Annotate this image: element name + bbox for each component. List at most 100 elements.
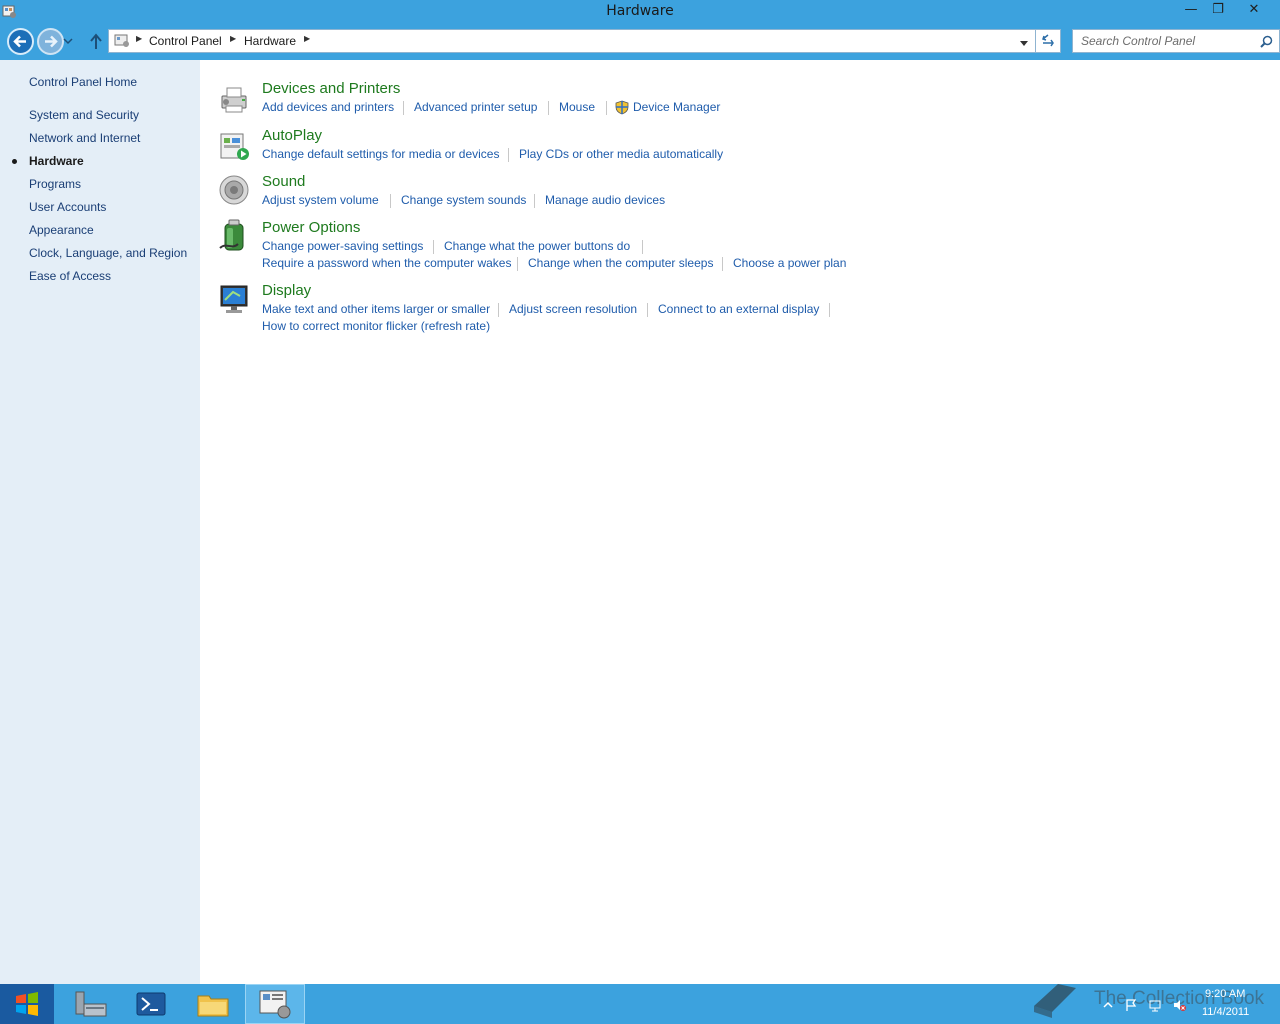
minimize-button[interactable]: — <box>1177 0 1205 22</box>
chevron-right-icon[interactable]: ▶ <box>304 34 310 43</box>
category-display[interactable]: Display <box>262 282 311 299</box>
link-play-cds-automatically[interactable]: Play CDs or other media automatically <box>519 147 723 161</box>
divider <box>647 303 648 317</box>
taskbar: The Collection Book 9:20 AM 11/4/2011 <box>0 984 1280 1024</box>
network-icon[interactable] <box>1148 998 1162 1012</box>
autoplay-icon[interactable] <box>218 130 252 164</box>
link-adjust-system-volume[interactable]: Adjust system volume <box>262 193 379 207</box>
window-title: Hardware <box>606 3 674 19</box>
sidebar-item-system-security[interactable]: System and Security <box>29 108 139 122</box>
flag-icon[interactable] <box>1124 998 1138 1012</box>
control-panel-icon <box>259 990 291 1019</box>
divider <box>642 240 643 254</box>
admin-shield-icon <box>615 100 629 115</box>
sidebar-item-programs[interactable]: Programs <box>29 177 81 191</box>
active-indicator <box>12 159 17 164</box>
start-button[interactable] <box>0 984 54 1024</box>
link-make-text-larger[interactable]: Make text and other items larger or smal… <box>262 302 490 316</box>
control-panel-icon <box>114 34 129 47</box>
devices-printers-icon[interactable] <box>218 82 252 116</box>
taskbar-server-manager[interactable] <box>60 984 120 1024</box>
link-correct-monitor-flicker[interactable]: How to correct monitor flicker (refresh … <box>262 319 490 333</box>
link-manage-audio-devices[interactable]: Manage audio devices <box>545 193 665 207</box>
up-arrow-icon <box>90 33 102 49</box>
link-change-sleep-time[interactable]: Change when the computer sleeps <box>528 256 713 270</box>
navigation-bar: ▶ Control Panel ▶ Hardware ▶ <box>0 24 1280 60</box>
chevron-right-icon[interactable]: ▶ <box>136 34 142 43</box>
chevron-right-icon[interactable]: ▶ <box>230 34 236 43</box>
sidebar-item-user-accounts[interactable]: User Accounts <box>29 200 106 214</box>
book-watermark-icon <box>1034 984 1076 1018</box>
up-button[interactable] <box>88 32 104 52</box>
server-manager-icon <box>75 991 107 1017</box>
breadcrumb-hardware[interactable]: Hardware <box>244 34 296 48</box>
sidebar-item-control-panel-home[interactable]: Control Panel Home <box>29 75 137 89</box>
link-choose-power-plan[interactable]: Choose a power plan <box>733 256 846 270</box>
divider <box>548 101 549 115</box>
link-require-password-on-wake[interactable]: Require a password when the computer wak… <box>262 256 511 270</box>
forward-arrow-icon <box>45 35 58 48</box>
divider <box>508 148 509 162</box>
link-advanced-printer-setup[interactable]: Advanced printer setup <box>414 100 537 114</box>
taskbar-control-panel[interactable] <box>245 984 305 1024</box>
link-connect-external-display[interactable]: Connect to an external display <box>658 302 819 316</box>
close-button[interactable]: ✕ <box>1240 0 1268 22</box>
address-bar[interactable]: ▶ Control Panel ▶ Hardware ▶ <box>108 29 1036 53</box>
main-content: Devices and Printers Add devices and pri… <box>200 60 1280 984</box>
windows-logo-icon <box>16 992 38 1016</box>
divider <box>498 303 499 317</box>
divider <box>433 240 434 254</box>
sidebar-item-hardware[interactable]: Hardware <box>29 154 84 168</box>
divider <box>390 194 391 208</box>
category-sound[interactable]: Sound <box>262 173 305 190</box>
divider <box>722 257 723 271</box>
speaker-icon[interactable] <box>218 173 252 207</box>
sidebar-item-appearance[interactable]: Appearance <box>29 223 94 237</box>
category-autoplay[interactable]: AutoPlay <box>262 127 322 144</box>
search-input[interactable] <box>1081 33 1251 49</box>
recent-locations-button[interactable] <box>63 36 75 48</box>
clock-time[interactable]: 9:20 AM <box>1205 988 1245 1000</box>
category-devices-printers[interactable]: Devices and Printers <box>262 80 400 97</box>
taskbar-powershell[interactable] <box>121 984 181 1024</box>
link-add-devices-printers[interactable]: Add devices and printers <box>262 100 394 114</box>
back-arrow-icon <box>13 35 26 48</box>
link-mouse[interactable]: Mouse <box>559 100 595 114</box>
breadcrumb-control-panel[interactable]: Control Panel <box>149 34 222 48</box>
sidebar: Control Panel Home System and Security N… <box>0 60 200 984</box>
back-button[interactable] <box>7 28 34 55</box>
chevron-down-icon <box>63 38 73 45</box>
divider <box>606 101 607 115</box>
maximize-button[interactable]: ❐ <box>1204 0 1232 22</box>
divider <box>829 303 830 317</box>
divider <box>403 101 404 115</box>
title-bar: Hardware — ❐ ✕ <box>0 0 1280 24</box>
clock-date[interactable]: 11/4/2011 <box>1202 1006 1249 1018</box>
search-box[interactable] <box>1072 29 1280 53</box>
battery-icon[interactable] <box>218 218 252 252</box>
link-change-power-buttons[interactable]: Change what the power buttons do <box>444 239 630 253</box>
forward-button[interactable] <box>37 28 64 55</box>
link-change-power-saving-settings[interactable]: Change power-saving settings <box>262 239 423 253</box>
link-change-system-sounds[interactable]: Change system sounds <box>401 193 526 207</box>
sidebar-item-network-internet[interactable]: Network and Internet <box>29 131 140 145</box>
sidebar-item-clock-language-region[interactable]: Clock, Language, and Region <box>29 246 187 260</box>
powershell-icon <box>136 992 166 1016</box>
monitor-icon[interactable] <box>218 282 252 316</box>
category-power-options[interactable]: Power Options <box>262 219 360 236</box>
refresh-button[interactable] <box>1036 29 1061 53</box>
refresh-icon <box>1042 34 1054 47</box>
divider <box>534 194 535 208</box>
folder-icon <box>197 995 229 1017</box>
link-change-default-media-settings[interactable]: Change default settings for media or dev… <box>262 147 499 161</box>
sidebar-item-ease-of-access[interactable]: Ease of Access <box>29 269 111 283</box>
chevron-up-icon[interactable] <box>1101 998 1115 1012</box>
taskbar-file-explorer[interactable] <box>183 984 243 1024</box>
link-adjust-screen-resolution[interactable]: Adjust screen resolution <box>509 302 637 316</box>
chevron-down-icon <box>1020 41 1028 46</box>
link-device-manager[interactable]: Device Manager <box>633 100 720 114</box>
divider <box>517 257 518 271</box>
volume-muted-icon[interactable] <box>1172 998 1186 1012</box>
address-dropdown-button[interactable] <box>1019 37 1029 51</box>
search-icon[interactable] <box>1260 35 1273 48</box>
